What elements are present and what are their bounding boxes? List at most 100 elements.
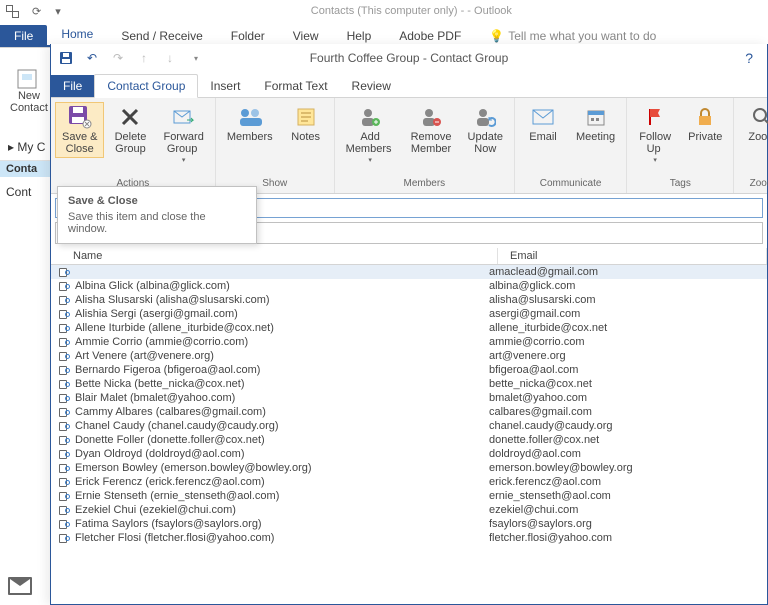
contact-card-icon <box>57 407 71 417</box>
zoom-button[interactable]: Zoom <box>738 102 768 146</box>
member-email: emerson.bowley@bowley.org <box>489 462 761 474</box>
meeting-icon <box>584 105 608 129</box>
member-name: Art Venere (art@venere.org) <box>75 350 489 362</box>
undo-icon[interactable]: ↶ <box>85 51 99 65</box>
remove-member-button[interactable]: Remove Member <box>404 102 459 158</box>
next-icon[interactable]: ↓ <box>163 51 177 65</box>
member-email: ammie@corrio.com <box>489 336 761 348</box>
members-icon <box>238 105 262 129</box>
member-name: Dyan Oldroyd (doldroyd@aol.com) <box>75 448 489 460</box>
prev-icon[interactable]: ↑ <box>137 51 151 65</box>
cg-tab-format[interactable]: Format Text <box>252 75 339 97</box>
member-name: Cammy Albares (calbares@gmail.com) <box>75 406 489 418</box>
cg-tab-review[interactable]: Review <box>340 75 403 97</box>
member-email: bfigeroa@aol.com <box>489 364 761 376</box>
title-suffix: - Outlook <box>467 5 512 17</box>
member-email: allene_iturbide@cox.net <box>489 322 761 334</box>
private-button[interactable]: Private <box>681 102 729 146</box>
send-receive-icon[interactable]: ⟳ <box>32 5 41 18</box>
member-email: amaclead@gmail.com <box>489 266 761 278</box>
contact-card-icon <box>57 491 71 501</box>
contact-card-icon <box>57 449 71 459</box>
member-row[interactable]: Fletcher Flosi (fletcher.flosi@yahoo.com… <box>51 531 767 545</box>
lightbulb-icon: 💡 <box>489 29 504 43</box>
col-email[interactable]: Email <box>498 248 767 264</box>
member-name: Chanel Caudy (chanel.caudy@caudy.org) <box>75 420 489 432</box>
member-row[interactable]: Ezekiel Chui (ezekiel@chui.com)ezekiel@c… <box>51 503 767 517</box>
member-email: albina@glick.com <box>489 280 761 292</box>
member-email: asergi@gmail.com <box>489 308 761 320</box>
meeting-button[interactable]: Meeting <box>569 102 622 146</box>
member-row[interactable]: Allene Iturbide (allene_iturbide@cox.net… <box>51 321 767 335</box>
remove-member-icon <box>419 105 443 129</box>
member-name: Bette Nicka (bette_nicka@cox.net) <box>75 378 489 390</box>
member-name: Donette Foller (donette.foller@cox.net) <box>75 434 489 446</box>
member-email: doldroyd@aol.com <box>489 448 761 460</box>
member-row[interactable]: Bernardo Figeroa (bfigeroa@aol.com)bfige… <box>51 363 767 377</box>
member-row[interactable]: Erick Ferencz (erick.ferencz@aol.com)eri… <box>51 475 767 489</box>
update-now-button[interactable]: Update Now <box>461 102 510 158</box>
member-row[interactable]: Fatima Saylors (fsaylors@saylors.org)fsa… <box>51 517 767 531</box>
chevron-down-icon: ▾ <box>653 156 657 164</box>
ribbon-group-members: Add Members ▾ Remove Member Update Now M… <box>335 98 515 193</box>
member-name: Alishia Sergi (asergi@gmail.com) <box>75 308 489 320</box>
member-name: Allene Iturbide (allene_iturbide@cox.net… <box>75 322 489 334</box>
delete-icon <box>118 105 142 129</box>
help-icon[interactable]: ? <box>745 50 753 66</box>
save-close-icon <box>68 105 92 129</box>
mail-nav-icon[interactable] <box>8 577 32 595</box>
member-row[interactable]: Bette Nicka (bette_nicka@cox.net)bette_n… <box>51 377 767 391</box>
qat-custom-icon[interactable]: ▾ <box>189 51 203 65</box>
member-email: ezekiel@chui.com <box>489 504 761 516</box>
ribbon-group-communicate: Email Meeting Communicate <box>515 98 627 193</box>
save-close-button[interactable]: Save & Close <box>55 102 104 158</box>
member-row[interactable]: Emerson Bowley (emerson.bowley@bowley.or… <box>51 461 767 475</box>
member-email: calbares@gmail.com <box>489 406 761 418</box>
ribbon-group-zoom: Zoom Zoom <box>734 98 768 193</box>
contact-card-icon <box>57 295 71 305</box>
contact-group-titlebar: ↶ ↷ ↑ ↓ ▾ Fourth Coffee Group - Contact … <box>51 44 767 72</box>
member-row[interactable]: Donette Foller (donette.foller@cox.net)d… <box>51 433 767 447</box>
tab-file[interactable]: File <box>0 25 47 47</box>
cg-tab-contact-group[interactable]: Contact Group <box>94 74 198 98</box>
save-icon[interactable] <box>59 51 73 65</box>
add-members-button[interactable]: Add Members ▾ <box>339 102 402 167</box>
member-row[interactable]: Cammy Albares (calbares@gmail.com)calbar… <box>51 405 767 419</box>
follow-up-button[interactable]: Follow Up ▾ <box>631 102 679 167</box>
ribbon-group-tags: Follow Up ▾ Private Tags <box>627 98 734 193</box>
member-row[interactable]: Art Venere (art@venere.org)art@venere.or… <box>51 349 767 363</box>
app-grid-icon[interactable] <box>6 5 18 17</box>
email-button[interactable]: Email <box>519 102 567 146</box>
contact-group-ribbon: Save & Close Delete Group Forward Group … <box>51 98 767 194</box>
contact-card-icon <box>57 267 71 277</box>
contact-card-icon <box>57 505 71 515</box>
member-row[interactable]: Blair Malet (bmalet@yahoo.com)bmalet@yah… <box>51 391 767 405</box>
member-name: Fatima Saylors (fsaylors@saylors.org) <box>75 518 489 530</box>
member-row[interactable]: Ernie Stenseth (ernie_stenseth@aol.com)e… <box>51 489 767 503</box>
member-row[interactable]: Albina Glick (albina@glick.com)albina@gl… <box>51 279 767 293</box>
member-email: fsaylors@saylors.org <box>489 518 761 530</box>
delete-group-button[interactable]: Delete Group <box>106 102 154 158</box>
cg-tab-file[interactable]: File <box>51 75 94 97</box>
member-row[interactable]: Alishia Sergi (asergi@gmail.com)asergi@g… <box>51 307 767 321</box>
forward-icon <box>172 105 196 129</box>
members-button[interactable]: Members <box>220 102 280 146</box>
group-label-zoom: Zoom <box>750 178 768 191</box>
contact-card-icon <box>57 435 71 445</box>
tooltip-title: Save & Close <box>68 195 246 207</box>
member-name: Bernardo Figeroa (bfigeroa@aol.com) <box>75 364 489 376</box>
member-row[interactable]: Ammie Corrio (ammie@corrio.com)ammie@cor… <box>51 335 767 349</box>
member-name: Ernie Stenseth (ernie_stenseth@aol.com) <box>75 490 489 502</box>
member-row[interactable]: Dyan Oldroyd (doldroyd@aol.com)doldroyd@… <box>51 447 767 461</box>
col-name[interactable]: Name <box>51 248 498 264</box>
notes-button[interactable]: Notes <box>282 102 330 146</box>
group-label-show: Show <box>262 178 287 191</box>
redo-icon[interactable]: ↷ <box>111 51 125 65</box>
member-row[interactable]: Alisha Slusarski (alisha@slusarski.com)a… <box>51 293 767 307</box>
member-row[interactable]: amaclead@gmail.com <box>51 265 767 279</box>
members-grid-header: Name Email <box>51 248 767 265</box>
forward-group-button[interactable]: Forward Group ▾ <box>156 102 210 167</box>
cg-tab-insert[interactable]: Insert <box>198 75 252 97</box>
new-contact-button[interactable]: New Contact <box>10 68 48 114</box>
member-row[interactable]: Chanel Caudy (chanel.caudy@caudy.org)cha… <box>51 419 767 433</box>
